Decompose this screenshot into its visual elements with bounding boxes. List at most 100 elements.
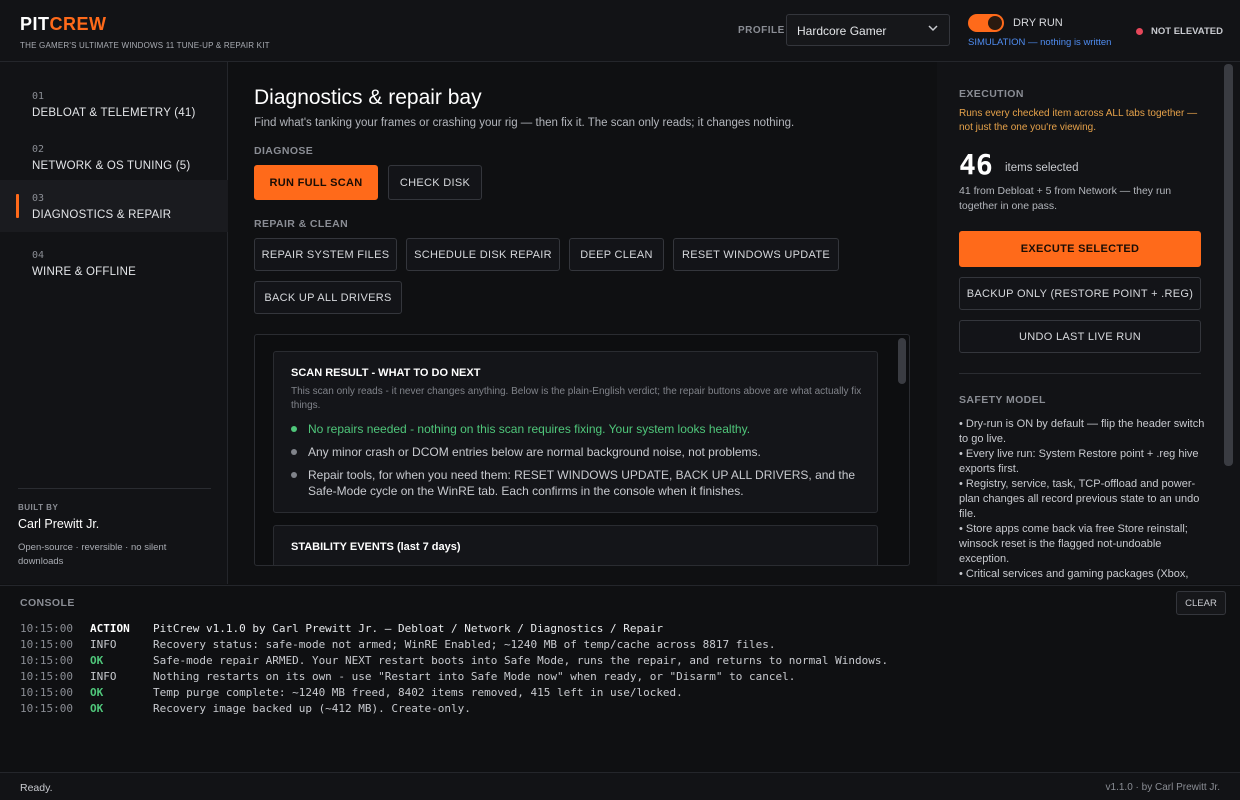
safety-item: • Critical services and gaming packages … xyxy=(959,568,1189,580)
execution-panel: EXECUTION Runs every checked item across… xyxy=(937,62,1240,584)
stability-events-title: STABILITY EVENTS (last 7 days) xyxy=(291,541,461,553)
result-bullet: No repairs needed - nothing on this scan… xyxy=(291,421,866,437)
run-full-scan-button[interactable]: RUN FULL SCAN xyxy=(254,165,378,200)
log-timestamp: 10:15:00 xyxy=(20,670,73,683)
dry-run-toggle[interactable] xyxy=(968,14,1004,32)
result-bullet-text: Repair tools, for when you need them: RE… xyxy=(308,468,856,498)
simulation-note: SIMULATION — nothing is written xyxy=(968,37,1112,48)
bullet-icon xyxy=(291,472,297,478)
repair-system-files-button[interactable]: REPAIR SYSTEM FILES xyxy=(254,238,397,271)
log-timestamp: 10:15:00 xyxy=(20,654,73,667)
profile-label: PROFILE xyxy=(738,25,785,36)
profile-select[interactable]: Hardcore Gamer xyxy=(786,14,950,46)
sidebar-item-label: NETWORK & OS TUNING (5) xyxy=(32,160,191,172)
active-indicator xyxy=(16,194,19,218)
status-text: Ready. xyxy=(20,782,53,794)
clear-console-button[interactable]: CLEAR xyxy=(1176,591,1226,615)
page-title: Diagnostics & repair bay xyxy=(254,86,482,109)
sidebar-item-label: WINRE & OFFLINE xyxy=(32,266,136,278)
console-line: 10:15:00 INFO Nothing restarts on its own … xyxy=(20,669,795,685)
console-line: 10:15:00 OK Temp purge complete: ~1240 MB … xyxy=(20,685,683,701)
log-timestamp: 10:15:00 xyxy=(20,638,73,651)
sidebar-item-network[interactable]: 02 NETWORK & OS TUNING (5) xyxy=(0,133,228,185)
app-header: PITCREW THE GAMER'S ULTIMATE WINDOWS 11 … xyxy=(0,0,1240,62)
elevation-status-icon xyxy=(1136,28,1143,35)
scan-result-title: SCAN RESULT - WHAT TO DO NEXT xyxy=(291,367,481,379)
log-message: Recovery status: safe-mode not armed; Wi… xyxy=(153,638,776,651)
log-timestamp: 10:15:00 xyxy=(20,702,73,715)
console-line: 10:15:00 INFO Recovery status: safe-mode n… xyxy=(20,637,776,653)
version-text: v1.1.0 · by Carl Prewitt Jr. xyxy=(1105,782,1220,793)
elevation-status: NOT ELEVATED xyxy=(1151,26,1223,37)
sidebar-item-number: 01 xyxy=(32,91,45,102)
sidebar-item-number: 03 xyxy=(32,193,45,204)
backup-only-button[interactable]: BACKUP ONLY (RESTORE POINT + .REG) xyxy=(959,277,1201,310)
safety-model-list: • Dry-run is ON by default — flip the he… xyxy=(959,417,1207,582)
divider xyxy=(18,488,211,489)
log-message: PitCrew v1.1.0 by Carl Prewitt Jr. — Deb… xyxy=(153,622,663,635)
safety-item: • Registry, service, task, TCP-offload a… xyxy=(959,478,1200,520)
check-disk-button[interactable]: CHECK DISK xyxy=(388,165,482,200)
back-up-all-drivers-button[interactable]: BACK UP ALL DRIVERS xyxy=(254,281,402,314)
app-tagline: THE GAMER'S ULTIMATE WINDOWS 11 TUNE-UP … xyxy=(20,41,270,50)
built-by-name: Carl Prewitt Jr. xyxy=(18,517,100,531)
page-subtitle: Find what's tanking your frames or crash… xyxy=(254,117,795,129)
log-level: ACTION xyxy=(90,622,130,635)
log-level: INFO xyxy=(90,670,117,683)
main-panel: Diagnostics & repair bay Find what's tan… xyxy=(229,62,936,584)
dry-run-label: DRY RUN xyxy=(1013,17,1063,29)
log-message: Nothing restarts on its own - use "Resta… xyxy=(153,670,796,683)
deep-clean-button[interactable]: DEEP CLEAN xyxy=(569,238,664,271)
console-line: 10:15:00 OK Recovery image backed up (~412… xyxy=(20,701,471,717)
check-status-icon xyxy=(291,426,297,432)
execution-label: EXECUTION xyxy=(959,88,1024,100)
sidebar-item-number: 04 xyxy=(32,250,45,261)
log-level: OK xyxy=(90,654,104,667)
safety-item: • Store apps come back via free Store re… xyxy=(959,523,1188,565)
selected-breakdown: 41 from Debloat + 5 from Network — they … xyxy=(959,185,1172,212)
status-bar: Ready. v1.1.0 · by Carl Prewitt Jr. xyxy=(0,772,1240,800)
execution-panel-scrollbar[interactable] xyxy=(1224,64,1233,466)
safety-item: • Dry-run is ON by default — flip the he… xyxy=(959,418,1205,445)
log-message: Temp purge complete: ~1240 MB freed, 840… xyxy=(153,686,683,699)
sidebar-item-number: 02 xyxy=(32,144,45,155)
chevron-down-icon xyxy=(928,25,938,32)
schedule-disk-repair-button[interactable]: SCHEDULE DISK REPAIR xyxy=(406,238,560,271)
result-bullet: Repair tools, for when you need them: RE… xyxy=(291,467,866,499)
app-logo: PITCREW xyxy=(20,14,107,34)
reset-windows-update-button[interactable]: RESET WINDOWS UPDATE xyxy=(673,238,839,271)
diagnose-section-label: DIAGNOSE xyxy=(254,145,314,157)
selected-count-label: items selected xyxy=(1005,162,1079,174)
sidebar-item-debloat[interactable]: 01 DEBLOAT & TELEMETRY (41) xyxy=(0,80,228,132)
repair-section-label: REPAIR & CLEAN xyxy=(254,218,349,230)
sidebar: 01 DEBLOAT & TELEMETRY (41) 02 NETWORK &… xyxy=(0,62,228,584)
scan-result-card: SCAN RESULT - WHAT TO DO NEXT This scan … xyxy=(273,351,878,513)
console-panel: CONSOLE CLEAR 10:15:00 ACTION PitCrew v1.1… xyxy=(0,585,1240,772)
selected-count: 46 xyxy=(959,148,993,181)
log-timestamp: 10:15:00 xyxy=(20,622,73,635)
stability-events-card: STABILITY EVENTS (last 7 days) xyxy=(273,525,878,565)
built-by-label: BUILT BY xyxy=(18,503,59,512)
execution-warning: Runs every checked item across ALL tabs … xyxy=(959,108,1198,133)
results-scrollbar[interactable] xyxy=(898,338,906,384)
execute-selected-button[interactable]: EXECUTE SELECTED xyxy=(959,231,1201,267)
console-line: 10:15:00 ACTION PitCrew v1.1.0 by Carl Pre… xyxy=(20,621,663,637)
result-bullet-text: Any minor crash or DCOM entries below ar… xyxy=(308,445,761,459)
bullet-icon xyxy=(291,449,297,455)
sidebar-item-winre[interactable]: 04 WINRE & OFFLINE xyxy=(0,239,228,291)
console-line: 10:15:00 OK Safe-mode repair ARMED. Your N… xyxy=(20,653,888,669)
sidebar-item-diagnostics[interactable]: 03 DIAGNOSTICS & REPAIR xyxy=(0,180,228,232)
toggle-knob xyxy=(988,16,1002,30)
profile-select-value: Hardcore Gamer xyxy=(797,24,887,38)
log-level: INFO xyxy=(90,638,117,651)
sidebar-item-label: DIAGNOSTICS & REPAIR xyxy=(32,209,172,221)
scan-result-note: This scan only reads - it never changes … xyxy=(291,386,862,411)
result-bullet: Any minor crash or DCOM entries below ar… xyxy=(291,444,866,460)
scan-results-panel[interactable]: SCAN RESULT - WHAT TO DO NEXT This scan … xyxy=(254,334,910,566)
log-timestamp: 10:15:00 xyxy=(20,686,73,699)
safety-item: • Every live run: System Restore point +… xyxy=(959,448,1199,475)
undo-last-run-button[interactable]: UNDO LAST LIVE RUN xyxy=(959,320,1201,353)
sidebar-item-label: DEBLOAT & TELEMETRY (41) xyxy=(32,107,196,119)
console-label: CONSOLE xyxy=(20,597,75,609)
log-level: OK xyxy=(90,702,104,715)
